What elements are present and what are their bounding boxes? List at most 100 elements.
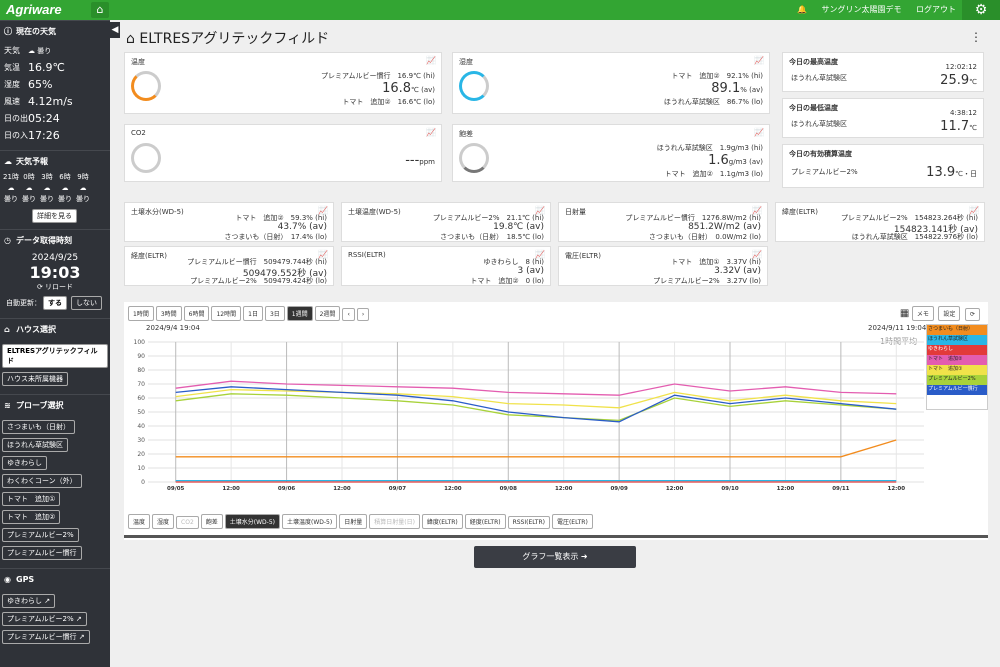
- sensor-card[interactable]: 緯度(ELTR) 📈 プレミアムルビー2% 154823.264秒 (hi) 1548…: [775, 202, 985, 242]
- legend-item[interactable]: プレミアムルビー2%: [927, 375, 987, 385]
- line-chart: 0 10 20 30 40 50 60 70 80 90 100 09/05 12:00 09/06 12:…: [134, 339, 924, 492]
- probe-button[interactable]: ゆきわらし: [2, 456, 47, 470]
- y-tick-label: 80: [137, 367, 145, 374]
- chart-icon[interactable]: 📈: [426, 128, 436, 137]
- temperature-card[interactable]: 温度 📈 プレミアムルビー慣行 16.9℃ (hi) 16.8℃ (av) トマト…: [124, 52, 442, 114]
- metric-tab[interactable]: 緯度(ELTR): [421, 514, 463, 529]
- probe-button[interactable]: プレミアムルビー2%: [2, 528, 79, 542]
- probe-button[interactable]: ほうれん草試験区: [2, 438, 68, 452]
- splitter[interactable]: [124, 535, 988, 538]
- sensor-card[interactable]: 土壌水分(WD-5) 📈 トマト 追加② 59.3% (hi) 43.7% (av) さ…: [124, 202, 334, 242]
- gps-button[interactable]: プレミアムルビー慣行 ↗: [2, 630, 90, 644]
- series-line: [175, 380, 897, 396]
- auto-off-button[interactable]: しない: [71, 296, 102, 310]
- avg-unit: % (av): [740, 86, 763, 94]
- legend-item[interactable]: トマト 追加②: [927, 355, 987, 365]
- house-button[interactable]: ELTRESアグリテックフィルド: [2, 344, 108, 368]
- metric-tab[interactable]: 土壌温度(WD-5): [282, 514, 338, 529]
- x-tick-label: 12:00: [555, 486, 573, 492]
- metric-tab[interactable]: 温度: [128, 514, 151, 529]
- sensor-card[interactable]: 土壌温度(WD-5) 📈 プレミアムルビー2% 21.1℃ (hi) 19.8℃ (a…: [341, 202, 551, 242]
- user-name[interactable]: サングリン太陽園デモ: [821, 5, 901, 14]
- more-menu-icon[interactable]: ⋮: [970, 30, 982, 44]
- range-button[interactable]: 1日: [243, 306, 263, 321]
- card-title: 日射量: [565, 208, 586, 216]
- legend-item[interactable]: ほうれん草試験区: [927, 335, 987, 345]
- range-button[interactable]: 1時間: [128, 306, 154, 321]
- forecast-section-title: ☁ 天気予報: [0, 150, 110, 172]
- graph-list-button[interactable]: グラフ一覧表示 ➜: [474, 546, 636, 568]
- home-icon[interactable]: ⌂: [91, 2, 109, 18]
- avg-value: 43.7% (av): [277, 222, 327, 232]
- lo-value: さつまいも（日射） 0.0W/m2 (lo): [648, 233, 761, 241]
- range-button[interactable]: 3日: [264, 306, 285, 321]
- probe-button[interactable]: プレミアムルビー慣行: [2, 546, 82, 560]
- sensor-card[interactable]: 電圧(ELTR) 📈 トマト 追加① 3.37V (hi) 3.32V (av) プレミ…: [558, 246, 768, 286]
- chart-icon[interactable]: 📈: [426, 56, 436, 65]
- range-button[interactable]: 1週間: [286, 306, 313, 321]
- probe-button[interactable]: わくわくコーン（外）: [2, 474, 82, 488]
- gauge: [131, 71, 161, 101]
- house-button[interactable]: ハウス未所属機器: [2, 372, 68, 386]
- lo-value: ほうれん草試験区 154822.976秒 (lo): [851, 233, 978, 241]
- metric-tab[interactable]: 湿度: [152, 514, 175, 529]
- weather-key: 日の入: [4, 131, 28, 140]
- metric-tab[interactable]: 飽差: [200, 514, 223, 529]
- prev-icon[interactable]: ‹: [342, 308, 355, 321]
- sensor-card[interactable]: 日射量 📈 プレミアムルビー慣行 1276.8W/m2 (hi) 851.2W/m2 …: [558, 202, 768, 242]
- gps-button[interactable]: プレミアムルビー2% ↗: [2, 612, 87, 626]
- metric-tab[interactable]: 日射量: [339, 514, 368, 529]
- memo-button[interactable]: メモ: [911, 306, 934, 321]
- metric-tab[interactable]: 土壌水分(WD-5): [224, 514, 280, 529]
- lo-value: プレミアムルビー2% 3.27V (lo): [653, 277, 761, 285]
- y-tick-label: 10: [137, 465, 145, 472]
- probe-button[interactable]: さつまいも（日射）: [2, 420, 75, 434]
- y-tick-label: 20: [137, 451, 145, 458]
- range-button[interactable]: 6時間: [183, 306, 210, 321]
- gear-icon[interactable]: ⚙: [962, 0, 1000, 20]
- legend-item[interactable]: プレミアムルビー慣行: [927, 385, 987, 395]
- app-logo[interactable]: Agriware: [6, 2, 62, 17]
- gps-list: ゆきわらし ↗ プレミアムルビー2% ↗ プレミアムルビー慣行 ↗: [0, 590, 110, 648]
- range-button[interactable]: 3時間: [155, 306, 182, 321]
- next-icon[interactable]: ›: [356, 308, 370, 321]
- calendar-icon[interactable]: ▦: [900, 308, 909, 319]
- clock-icon: ◷: [4, 236, 11, 245]
- auto-on-button[interactable]: する: [43, 296, 67, 310]
- co2-card[interactable]: CO2 📈 ---ppm: [124, 124, 442, 182]
- gps-button[interactable]: ゆきわらし ↗: [2, 594, 56, 608]
- bell-icon[interactable]: 🔔: [797, 5, 807, 14]
- probe-name: ほうれん草試験区: [791, 120, 847, 128]
- avg-value: 3.32V (av): [714, 266, 761, 276]
- weather-value: ☁ 曇り: [28, 46, 52, 55]
- saturation-card[interactable]: 飽差 📈 ほうれん草試験区 1.9g/m3 (hi) 1.6g/m3 (av) ト…: [452, 124, 770, 182]
- range-button[interactable]: 2週間: [314, 306, 341, 321]
- metric-tab[interactable]: 経度(ELTR): [464, 514, 506, 529]
- logout-link[interactable]: ログアウト: [916, 5, 956, 14]
- range-button[interactable]: 12時間: [211, 306, 242, 321]
- humidity-card[interactable]: 湿度 📈 トマト 追加② 92.1% (hi) 89.1% (av) ほうれん草試…: [452, 52, 770, 114]
- card-title: RSSI(ELTR): [348, 251, 386, 259]
- probe-button[interactable]: トマト 追加②: [2, 510, 61, 524]
- chart-icon[interactable]: 📈: [754, 56, 764, 65]
- metric-tab[interactable]: 積算日射量(日): [369, 514, 420, 529]
- top-bar: Agriware ⌂ 🔔 サングリン太陽園デモ ログアウト ⚙: [0, 0, 1000, 20]
- refresh-icon[interactable]: ⟳: [964, 308, 980, 321]
- metric-tab[interactable]: 電圧(ELTR): [551, 514, 593, 529]
- probe-button[interactable]: トマト 追加①: [2, 492, 61, 506]
- metric-tab[interactable]: CO2: [176, 516, 199, 529]
- sensor-card[interactable]: RSSI(ELTR) 📈 ゆきわらし 8 (hi) 3 (av) トマト 追加② 0 (…: [341, 246, 551, 286]
- sidebar-collapse-button[interactable]: ◀: [110, 22, 120, 38]
- metric-tab[interactable]: RSSI(ELTR): [507, 516, 550, 529]
- chart-icon[interactable]: 📈: [754, 128, 764, 137]
- legend-item[interactable]: さつまいも（日射）: [927, 325, 987, 335]
- x-tick-label: 12:00: [777, 486, 795, 492]
- y-tick-label: 60: [137, 395, 145, 402]
- reload-link[interactable]: ⟳ リロード: [0, 282, 110, 292]
- detail-button[interactable]: 詳細を見る: [32, 209, 77, 223]
- sensor-card[interactable]: 経度(ELTR) 📈 プレミアムルビー慣行 509479.744秒 (hi) 5094…: [124, 246, 334, 286]
- legend-item[interactable]: トマト 追加①: [927, 365, 987, 375]
- setting-button[interactable]: 設定: [938, 306, 961, 321]
- y-tick-label: 30: [137, 437, 145, 444]
- legend-item[interactable]: ゆきわらし: [927, 345, 987, 355]
